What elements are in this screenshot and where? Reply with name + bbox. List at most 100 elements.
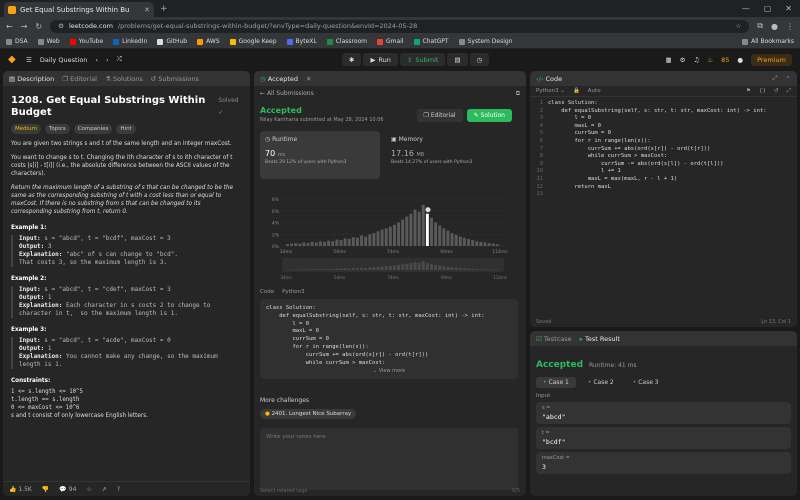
editorial-button[interactable]: ❐ Editorial — [416, 109, 463, 122]
menu-icon[interactable]: ⋮ — [786, 22, 794, 31]
case-tab[interactable]: • Case 1 — [536, 377, 576, 388]
chart-bar[interactable] — [290, 243, 294, 246]
case-tab[interactable]: • Case 2 — [581, 377, 621, 388]
bookmark-item[interactable]: Web — [37, 38, 60, 45]
chart-bar[interactable] — [475, 241, 479, 246]
chart-bar[interactable] — [331, 241, 335, 246]
maximize-panel-icon[interactable]: ⤢ — [772, 74, 777, 83]
close-tab-icon[interactable]: ✕ — [144, 6, 150, 14]
code-editor[interactable]: 1 class Solution: 2 def equalSubstring(sel… — [530, 97, 797, 202]
notification-icon[interactable]: ♫ — [693, 56, 699, 64]
chart-bar[interactable] — [376, 231, 380, 246]
chart-bar[interactable] — [302, 242, 306, 246]
like-button[interactable]: 👍 1.5K — [9, 486, 32, 493]
new-tab-icon[interactable]: + — [160, 4, 168, 14]
chart-bar[interactable] — [479, 241, 483, 246]
daily-question[interactable]: Daily Question — [40, 56, 88, 64]
chart-bar[interactable] — [442, 228, 446, 246]
chart-bar[interactable] — [401, 219, 405, 246]
hint-tag[interactable]: Hint — [116, 124, 136, 134]
chart-bar[interactable] — [364, 236, 368, 246]
chart-bar[interactable] — [294, 243, 298, 246]
bookmark-star-icon[interactable]: ☆ — [735, 22, 741, 30]
chart-bar[interactable] — [491, 243, 495, 246]
chart-bar[interactable] — [413, 209, 417, 246]
tab-submissions[interactable]: ↺ Submissions — [151, 75, 199, 83]
chart-bar[interactable] — [314, 242, 318, 246]
all-bookmarks[interactable]: All Bookmarks — [742, 38, 794, 45]
extensions-icon[interactable]: ⧉ — [757, 21, 763, 31]
chart-bar[interactable] — [339, 240, 343, 246]
chart-bar[interactable] — [434, 222, 438, 247]
chart-bar[interactable] — [368, 234, 372, 246]
memory-card[interactable]: ▣ Memory 17.16 MB Beats 14.27% of users … — [386, 131, 506, 179]
challenge-link[interactable]: ● 2401. Longest Nice Subarray — [260, 409, 357, 419]
settings-icon[interactable]: ⚙ — [680, 56, 686, 64]
url-field[interactable]: ⚙ leetcode.com/problems/get-equal-substr… — [50, 19, 750, 33]
bookmark-item[interactable]: YouTube — [69, 38, 103, 45]
back-icon[interactable]: ← — [6, 22, 13, 31]
run-button[interactable]: ▶ Run — [363, 53, 398, 66]
all-submissions-link[interactable]: ← All Submissions ⧉ — [260, 90, 520, 97]
minimize-icon[interactable]: — — [742, 4, 750, 13]
bookmark-item[interactable]: AWS — [197, 38, 220, 45]
chart-bar[interactable] — [409, 213, 413, 246]
chart-bar[interactable] — [430, 217, 433, 246]
notes-button[interactable]: ▤ — [447, 53, 468, 66]
chart-bar[interactable] — [397, 222, 401, 247]
tab-editorial[interactable]: ❐ Editorial — [62, 75, 97, 83]
bookmark-item[interactable]: GitHub — [157, 38, 187, 45]
bookmark-item[interactable]: Classroom — [326, 38, 367, 45]
help-icon[interactable]: ? — [117, 486, 120, 493]
chart-bar[interactable] — [323, 241, 326, 246]
submit-button[interactable]: ⇪ Submit — [399, 53, 446, 66]
close-tab-icon[interactable]: ✕ — [306, 75, 311, 83]
chart-bar[interactable] — [343, 238, 347, 246]
chart-bar[interactable] — [306, 243, 310, 246]
shuffle-icon[interactable]: ⤮ — [117, 55, 122, 64]
chart-bar[interactable] — [388, 226, 392, 246]
chart-bar[interactable] — [405, 216, 409, 246]
tab-solutions[interactable]: ⚗ Solutions — [105, 75, 143, 83]
chart-bar[interactable] — [298, 243, 302, 246]
solution-button[interactable]: ✎ Solution — [466, 109, 512, 122]
tab-accepted[interactable]: ◷ Accepted — [260, 75, 298, 83]
tab-code[interactable]: ‹/› Code — [536, 75, 562, 83]
bookmark-item[interactable]: Gmail — [377, 38, 404, 45]
timer-button[interactable]: ◷ — [469, 53, 490, 66]
chart-bar[interactable] — [380, 229, 384, 246]
notes-input[interactable]: Write your notes here — [260, 428, 518, 490]
case-tab[interactable]: • Case 3 — [626, 377, 666, 388]
bookmark-item[interactable]: LinkedIn — [113, 38, 147, 45]
bookmark-item[interactable]: Google Keep — [229, 38, 277, 45]
chart-bar[interactable] — [335, 239, 339, 246]
chart-bar[interactable] — [446, 230, 450, 246]
site-info-icon[interactable]: ⚙ — [58, 22, 64, 30]
close-window-icon[interactable]: ✕ — [785, 4, 792, 13]
chart-bar[interactable] — [495, 244, 499, 246]
tab-test-result[interactable]: ▸ Test Result — [580, 335, 620, 343]
chart-bar[interactable] — [421, 204, 425, 246]
braces-icon[interactable]: {} — [759, 88, 766, 94]
language-select[interactable]: Python3 ⌄ — [536, 88, 565, 94]
topics-tag[interactable]: Topics — [45, 124, 70, 134]
chart-bar[interactable] — [483, 242, 487, 246]
chart-bar[interactable] — [450, 233, 454, 246]
chart-bar[interactable] — [438, 225, 442, 246]
maximize-icon[interactable]: ▢ — [764, 4, 772, 13]
leetcode-logo-icon[interactable]: ◆ — [8, 54, 18, 65]
difficulty-badge[interactable]: Medium — [11, 124, 41, 134]
premium-button[interactable]: Premium — [751, 53, 792, 66]
chart-bar[interactable] — [417, 211, 421, 246]
comments-button[interactable]: 💬 94 — [59, 486, 76, 493]
browser-tab[interactable]: Get Equal Substrings Within Bu ✕ — [4, 2, 154, 17]
layout-icon[interactable]: ▦ — [665, 56, 671, 64]
fullscreen-icon[interactable]: ⤢ — [787, 88, 791, 95]
chart-bar[interactable] — [471, 240, 475, 246]
tab-description[interactable]: ▤ Description — [9, 75, 54, 83]
reload-icon[interactable]: ↻ — [35, 22, 42, 31]
runtime-card[interactable]: ◷ Runtime 70 ms Beats 29.12% of users wi… — [260, 131, 380, 179]
chart-bar[interactable] — [487, 243, 491, 246]
chart-bar[interactable] — [454, 234, 458, 246]
forward-icon[interactable]: → — [21, 22, 28, 31]
